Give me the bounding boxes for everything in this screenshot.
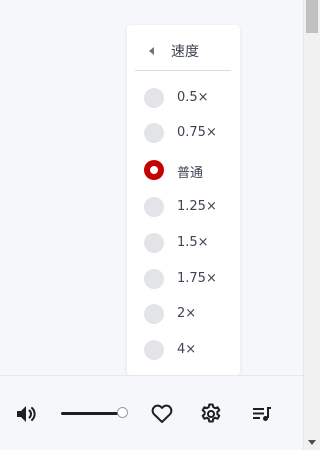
speed-option-0-5[interactable]: 0.5× — [142, 85, 232, 111]
radio-button[interactable] — [144, 340, 164, 360]
caret-left-icon — [149, 47, 154, 55]
scroll-down-arrow-icon[interactable] — [308, 440, 316, 445]
volume-slider-track[interactable] — [61, 412, 123, 415]
speed-option-label: 普通 — [177, 166, 204, 181]
radio-button[interactable] — [144, 233, 164, 253]
volume-slider-handle[interactable] — [117, 407, 128, 418]
radio-button[interactable] — [144, 123, 164, 143]
speed-option-2[interactable]: 2× — [142, 301, 232, 327]
speed-menu: 速度 0.5× 0.75× 普通 1.25× 1.5× 1.75× 2× 4× — [127, 25, 240, 375]
speed-option-1-25[interactable]: 1.25× — [142, 194, 232, 220]
radio-button[interactable] — [144, 269, 164, 289]
speed-option-normal[interactable]: 普通 — [142, 157, 232, 183]
player-controls-bar — [0, 375, 303, 450]
radio-button[interactable] — [144, 88, 164, 108]
radio-button[interactable] — [144, 197, 164, 217]
speed-option-label: 1.75× — [177, 271, 217, 286]
speed-menu-title: 速度 — [171, 44, 199, 60]
radio-button-selected[interactable] — [144, 160, 164, 180]
speed-option-label: 1.25× — [177, 199, 217, 214]
speed-menu-back[interactable]: 速度 — [135, 35, 231, 71]
speed-option-1-5[interactable]: 1.5× — [142, 230, 232, 256]
speed-option-label: 2× — [177, 306, 197, 321]
speed-option-1-75[interactable]: 1.75× — [142, 266, 232, 292]
speed-option-label: 1.5× — [177, 235, 209, 250]
page-scrollbar[interactable] — [303, 0, 320, 450]
scrollbar-thumb[interactable] — [306, 0, 318, 33]
speed-option-label: 0.5× — [177, 90, 209, 105]
gear-icon[interactable] — [199, 402, 223, 426]
volume-icon[interactable] — [14, 402, 38, 426]
speed-option-label: 4× — [177, 342, 197, 357]
speed-option-label: 0.75× — [177, 125, 217, 140]
queue-icon[interactable] — [250, 402, 274, 426]
speed-option-0-75[interactable]: 0.75× — [142, 120, 232, 146]
heart-icon[interactable] — [150, 402, 174, 426]
player-viewport: 速度 0.5× 0.75× 普通 1.25× 1.5× 1.75× 2× 4× — [0, 0, 320, 450]
radio-button[interactable] — [144, 304, 164, 324]
speed-option-4[interactable]: 4× — [142, 337, 232, 363]
